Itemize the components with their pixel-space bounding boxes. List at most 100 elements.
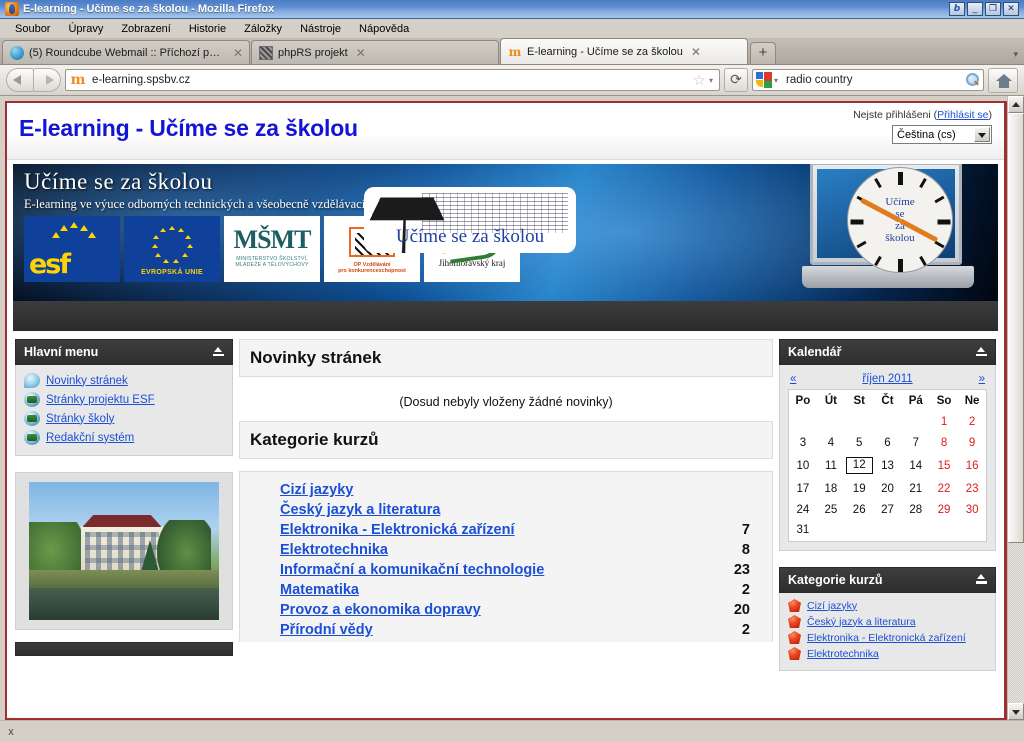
restore-button[interactable]: ❐: [985, 2, 1001, 16]
dock-icon[interactable]: [976, 574, 987, 585]
list-item[interactable]: Redakční systém: [24, 428, 224, 447]
dock-icon[interactable]: [213, 346, 224, 358]
category-link[interactable]: Informační a komunikační technologie: [280, 562, 714, 578]
categories-box: Kategorie kurzů: [239, 421, 773, 459]
table-row[interactable]: Informační a komunikační technologie 23: [240, 560, 772, 580]
category-link[interactable]: Cizí jazyky: [807, 600, 857, 612]
category-link[interactable]: Elektronika - Elektronická zařízení: [280, 522, 714, 538]
calendar-week-row: 1 2: [789, 411, 987, 432]
table-row[interactable]: Matematika 2: [240, 580, 772, 600]
calendar-day: 18: [824, 482, 838, 495]
bookmark-caret-icon[interactable]: ▾: [709, 76, 713, 85]
link-icon: [24, 411, 40, 426]
search-engine-caret-icon[interactable]: ▾: [774, 76, 778, 85]
site-logo-plaque: Učíme se za školou: [364, 187, 576, 253]
extension-button[interactable]: b: [949, 2, 965, 16]
left-column: Hlavní menu Novinky stránek Stránky proj…: [15, 339, 233, 672]
vertical-scrollbar[interactable]: [1007, 96, 1024, 720]
tab-close-icon[interactable]: ✕: [233, 47, 243, 59]
calendar-month-label[interactable]: říjen 2011: [862, 373, 912, 385]
chevron-down-icon[interactable]: [974, 127, 990, 142]
table-row[interactable]: Elektronika - Elektronická zařízení 7: [240, 520, 772, 540]
url-bar[interactable]: e-learning.spsbv.cz ☆ ▾: [65, 69, 720, 91]
scrollbar-track[interactable]: [1008, 113, 1024, 703]
calendar-day: 6: [884, 436, 891, 449]
tab-elearning[interactable]: E-learning - Učíme se za školou ✕: [500, 38, 748, 64]
sidebar-item-label[interactable]: Novinky stránek: [46, 375, 128, 387]
msmt-logo: MŠMT MINISTERSTVO ŠKOLSTVÍ, MLÁDEŽE A TĚ…: [224, 216, 320, 282]
window-controls: b _ ❐ ✕: [949, 2, 1022, 16]
category-link[interactable]: Český jazyk a literatura: [807, 616, 916, 628]
table-row[interactable]: Elektrotechnika 8: [240, 540, 772, 560]
list-item[interactable]: Český jazyk a literatura: [788, 614, 987, 630]
list-item[interactable]: Stránky projektu ESF: [24, 390, 224, 409]
menu-zobrazeni[interactable]: Zobrazení: [112, 21, 180, 37]
calendar-day: 21: [909, 482, 923, 495]
list-item[interactable]: Novinky stránek: [24, 371, 224, 390]
calendar-day: [817, 520, 845, 541]
back-button[interactable]: [6, 68, 34, 92]
moodle-page: E-learning - Učíme se za školou Nejste p…: [5, 101, 1007, 720]
tab-label: E-learning - Učíme se za školou: [527, 45, 683, 58]
menu-upravy[interactable]: Úpravy: [59, 21, 112, 37]
next-month-button[interactable]: »: [979, 373, 985, 385]
sidebar-item-label[interactable]: Redakční systém: [46, 432, 134, 444]
forward-button[interactable]: [33, 68, 61, 92]
list-item[interactable]: Elektronika - Elektronická zařízení: [788, 630, 987, 646]
tab-phprs[interactable]: phpRS projekt ✕: [251, 40, 499, 64]
scroll-down-button[interactable]: [1008, 703, 1024, 720]
minimize-button[interactable]: _: [967, 2, 983, 16]
find-bar: x: [0, 720, 1024, 742]
table-row[interactable]: Cizí jazyky: [240, 480, 772, 500]
google-icon[interactable]: [756, 72, 773, 88]
tab-close-icon[interactable]: ✕: [691, 46, 701, 58]
category-link[interactable]: Provoz a ekonomika dopravy: [280, 602, 714, 618]
table-row[interactable]: Přírodní vědy 2: [240, 620, 772, 640]
plaque-text: Učíme se za školou: [395, 226, 545, 247]
search-bar[interactable]: ▾ radio country: [752, 69, 984, 91]
search-magnifier-icon[interactable]: [966, 73, 980, 87]
menu-historie[interactable]: Historie: [180, 21, 235, 37]
calendar-day: 8: [940, 436, 948, 449]
table-row[interactable]: Český jazyk a literatura: [240, 500, 772, 520]
menu-zalozky[interactable]: Záložky: [235, 21, 291, 37]
category-count: 2: [741, 582, 750, 598]
close-button[interactable]: ✕: [1003, 2, 1019, 16]
block-header: Kategorie kurzů: [779, 566, 996, 593]
list-item[interactable]: Cizí jazyky: [788, 598, 987, 614]
category-link[interactable]: Elektrotechnika: [280, 542, 714, 558]
list-all-tabs-icon[interactable]: ▾: [1013, 49, 1018, 60]
scroll-up-button[interactable]: [1008, 96, 1024, 113]
close-icon[interactable]: x: [0, 726, 22, 738]
category-link[interactable]: Cizí jazyky: [280, 482, 714, 498]
tab-roundcube[interactable]: (5) Roundcube Webmail :: Příchozí pošta …: [2, 40, 250, 64]
category-link[interactable]: Přírodní vědy: [280, 622, 714, 638]
new-tab-button[interactable]: +: [750, 42, 776, 64]
category-link[interactable]: Český jazyk a literatura: [280, 502, 714, 518]
url-input[interactable]: e-learning.spsbv.cz: [92, 74, 693, 86]
menu-soubor[interactable]: Soubor: [6, 21, 59, 37]
reload-button[interactable]: ⟳: [724, 68, 748, 92]
category-link[interactable]: Matematika: [280, 582, 714, 598]
dock-icon[interactable]: [976, 346, 987, 358]
menu-nastroje[interactable]: Nástroje: [291, 21, 350, 37]
language-select[interactable]: Čeština (cs): [892, 125, 992, 144]
sidebar-item-label[interactable]: Stránky školy: [46, 413, 114, 425]
tab-close-icon[interactable]: ✕: [356, 47, 366, 59]
site-favicon-icon: [70, 72, 86, 88]
list-item[interactable]: Stránky školy: [24, 409, 224, 428]
login-status: Nejste přihlášeni (Přihlásit se): [853, 109, 992, 121]
calendar-day: 23: [965, 482, 979, 495]
home-button[interactable]: [988, 67, 1018, 93]
bookmark-star-icon[interactable]: ☆: [693, 71, 706, 89]
sidebar-item-label[interactable]: Stránky projektu ESF: [46, 394, 155, 406]
menu-napoveda[interactable]: Nápověda: [350, 21, 418, 37]
login-link[interactable]: Přihlásit se: [937, 109, 988, 121]
search-input[interactable]: radio country: [786, 74, 966, 86]
category-link[interactable]: Elektrotechnika: [807, 648, 879, 660]
banner-title: Učíme se za školou: [24, 169, 213, 194]
table-row[interactable]: Provoz a ekonomika dopravy 20: [240, 600, 772, 620]
category-link[interactable]: Elektronika - Elektronická zařízení: [807, 632, 966, 644]
scrollbar-thumb[interactable]: [1008, 113, 1024, 543]
list-item[interactable]: Elektrotechnika: [788, 646, 987, 662]
